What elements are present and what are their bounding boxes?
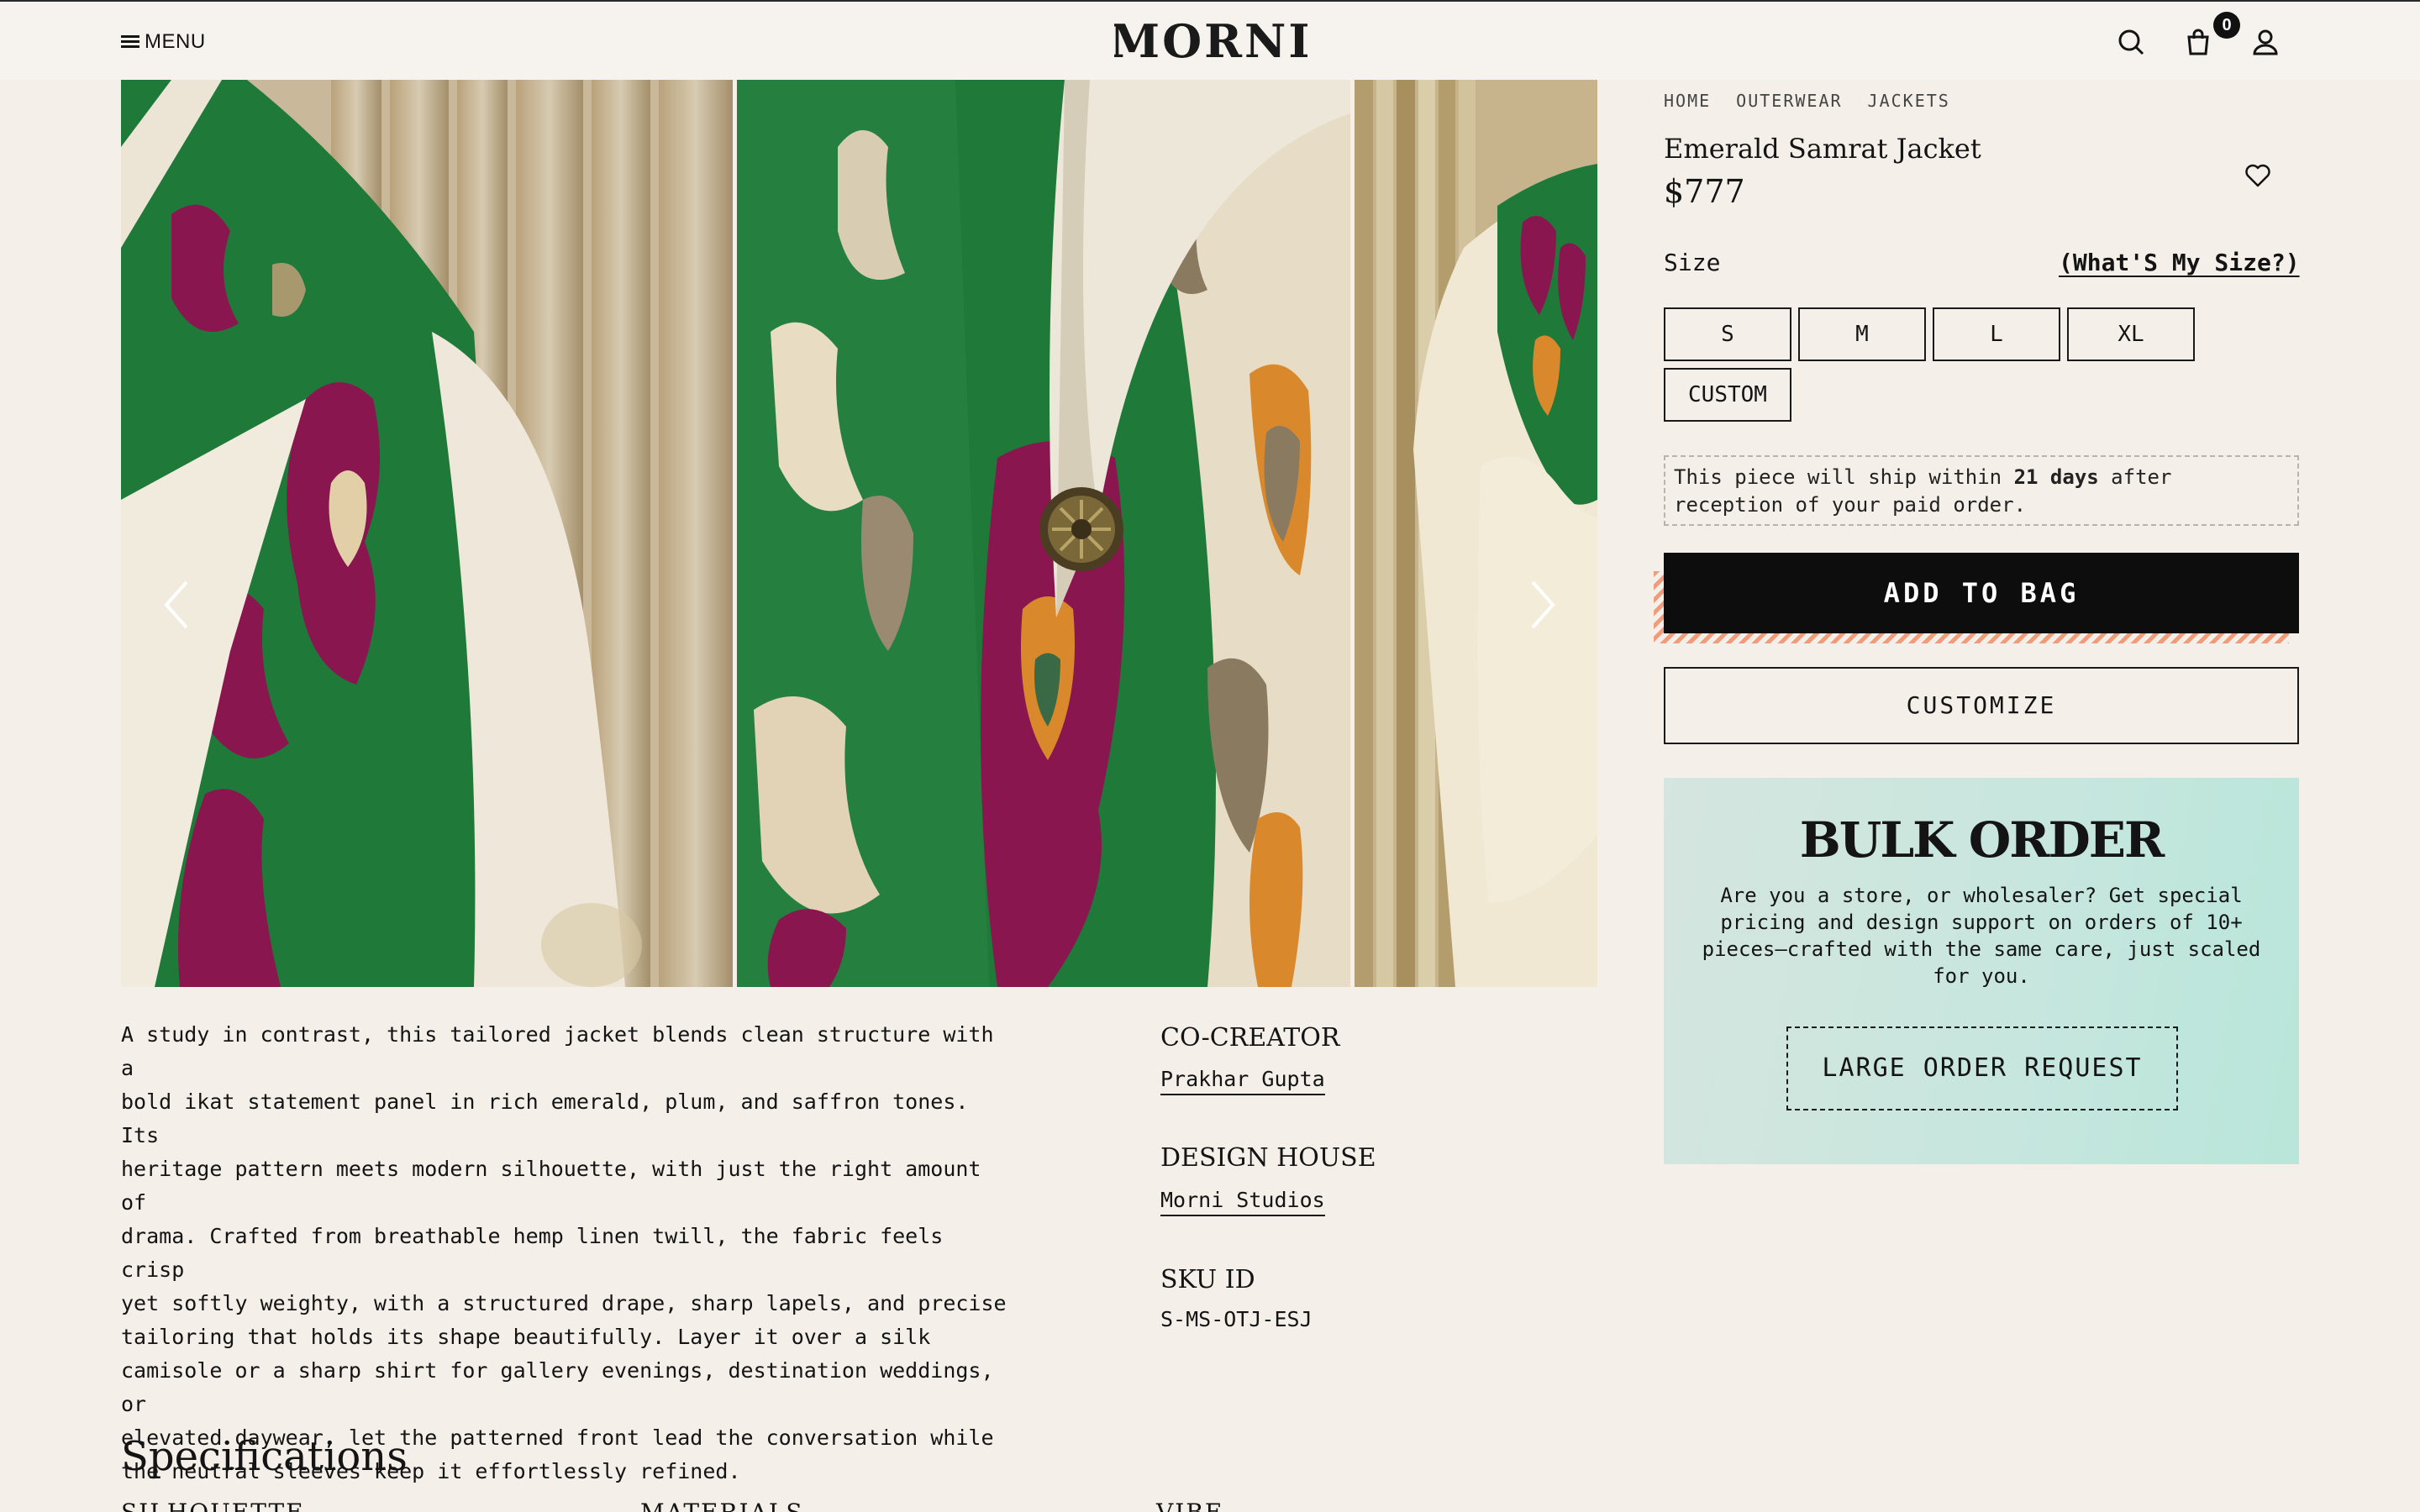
size-option-xl[interactable]: XL bbox=[2067, 307, 2195, 361]
breadcrumb-jackets[interactable]: JACKETS bbox=[1868, 91, 1950, 111]
size-option-s[interactable]: S bbox=[1664, 307, 1791, 361]
site-header: MENU MORNI 0 bbox=[0, 0, 2420, 80]
bulk-order-text: Are you a store, or wholesaler? Get spec… bbox=[1702, 884, 2261, 988]
customize-button[interactable]: CUSTOMIZE bbox=[1664, 667, 2299, 744]
bag-icon[interactable] bbox=[2181, 25, 2215, 59]
brand-logo[interactable]: MORNI bbox=[1109, 14, 1309, 68]
logo-wordmark: MORNI bbox=[1109, 14, 1309, 68]
specifications-title: Specifications bbox=[121, 1433, 408, 1480]
svg-text:MORNI: MORNI bbox=[1114, 17, 1307, 64]
menu-label: MENU bbox=[145, 30, 206, 53]
product-price: $777 bbox=[1664, 173, 1745, 210]
size-label: Size bbox=[1664, 249, 1721, 276]
product-image-1 bbox=[121, 80, 733, 987]
cocreator-label: CO-CREATOR bbox=[1160, 1023, 1340, 1053]
user-icon[interactable] bbox=[2249, 25, 2282, 59]
design-house-link[interactable]: Morni Studios bbox=[1160, 1188, 1325, 1216]
spec-col-materials: MATERIALS bbox=[640, 1499, 804, 1512]
breadcrumb-home[interactable]: HOME bbox=[1664, 91, 1711, 111]
menu-button[interactable]: MENU bbox=[121, 30, 206, 54]
cart-count-badge: 0 bbox=[2213, 12, 2240, 39]
product-image-3 bbox=[1355, 80, 1597, 987]
sku-value: S-MS-OTJ-ESJ bbox=[1160, 1307, 1313, 1331]
breadcrumb-outerwear[interactable]: OUTERWEAR bbox=[1736, 91, 1842, 111]
spec-col-silhouette: SILHOUETTE bbox=[121, 1499, 305, 1512]
product-image-carousel[interactable] bbox=[121, 80, 1597, 987]
wishlist-heart-icon[interactable] bbox=[2244, 161, 2272, 190]
size-guide-link[interactable]: (What'S My Size?) bbox=[2059, 249, 2300, 276]
bulk-order-card: BULK ORDER Are you a store, or wholesale… bbox=[1664, 778, 2299, 1164]
product-title: Emerald Samrat Jacket bbox=[1664, 133, 1981, 165]
large-order-request-button[interactable]: LARGE ORDER REQUEST bbox=[1786, 1026, 2178, 1110]
hamburger-icon bbox=[121, 35, 139, 49]
product-description: A study in contrast, this tailored jacke… bbox=[121, 1022, 1007, 1483]
size-option-m[interactable]: M bbox=[1798, 307, 1926, 361]
cocreator-link[interactable]: Prakhar Gupta bbox=[1160, 1067, 1325, 1095]
shipping-days: 21 days bbox=[2013, 465, 2099, 489]
shipping-note-prefix: This piece will ship within bbox=[1674, 465, 2014, 489]
shipping-note: This piece will ship within 21 days afte… bbox=[1664, 455, 2299, 526]
search-icon[interactable] bbox=[2114, 25, 2148, 59]
design-house-label: DESIGN HOUSE bbox=[1160, 1143, 1376, 1173]
size-option-custom[interactable]: CUSTOM bbox=[1664, 368, 1791, 422]
carousel-prev-arrow[interactable] bbox=[158, 575, 195, 634]
carousel-next-arrow[interactable] bbox=[1524, 575, 1561, 634]
product-image-2 bbox=[737, 80, 1350, 987]
sku-label: SKU ID bbox=[1160, 1265, 1255, 1294]
size-option-l[interactable]: L bbox=[1933, 307, 2060, 361]
add-to-bag-button[interactable]: ADD TO BAG bbox=[1664, 553, 2299, 633]
breadcrumb: HOME OUTERWEAR JACKETS bbox=[1664, 91, 1950, 111]
spec-col-vibe: VIBE bbox=[1156, 1499, 1223, 1512]
bulk-order-title: BULK ORDER bbox=[1799, 811, 2165, 869]
